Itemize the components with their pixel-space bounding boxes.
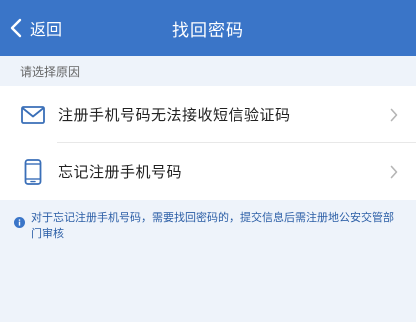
- chevron-right-icon: [390, 143, 398, 200]
- option-label: 注册手机号码无法接收短信验证码: [58, 106, 291, 124]
- envelope-icon: [20, 86, 46, 143]
- mobile-phone-icon: [20, 143, 46, 200]
- section-header: 请选择原因: [20, 64, 81, 79]
- back-button[interactable]: 返回: [10, 0, 62, 56]
- option-label: 忘记注册手机号码: [58, 163, 183, 181]
- option-sms-not-received[interactable]: 注册手机号码无法接收短信验证码: [0, 86, 416, 143]
- back-label: 返回: [30, 20, 63, 39]
- navbar: 返回 找回密码: [0, 0, 416, 56]
- option-forgot-phone[interactable]: 忘记注册手机号码: [0, 143, 416, 200]
- reason-list: 注册手机号码无法接收短信验证码 忘记注册手机号码: [0, 86, 416, 200]
- chevron-right-icon: [390, 86, 398, 143]
- info-icon: [14, 213, 25, 232]
- notice-text: 对于忘记注册手机号码，需要找回密码的，提交信息后需注册地公安交管部门审核: [31, 211, 394, 240]
- chevron-left-icon: [10, 18, 22, 38]
- page-title: 找回密码: [172, 20, 244, 41]
- notice: 对于忘记注册手机号码，需要找回密码的，提交信息后需注册地公安交管部门审核: [0, 200, 416, 242]
